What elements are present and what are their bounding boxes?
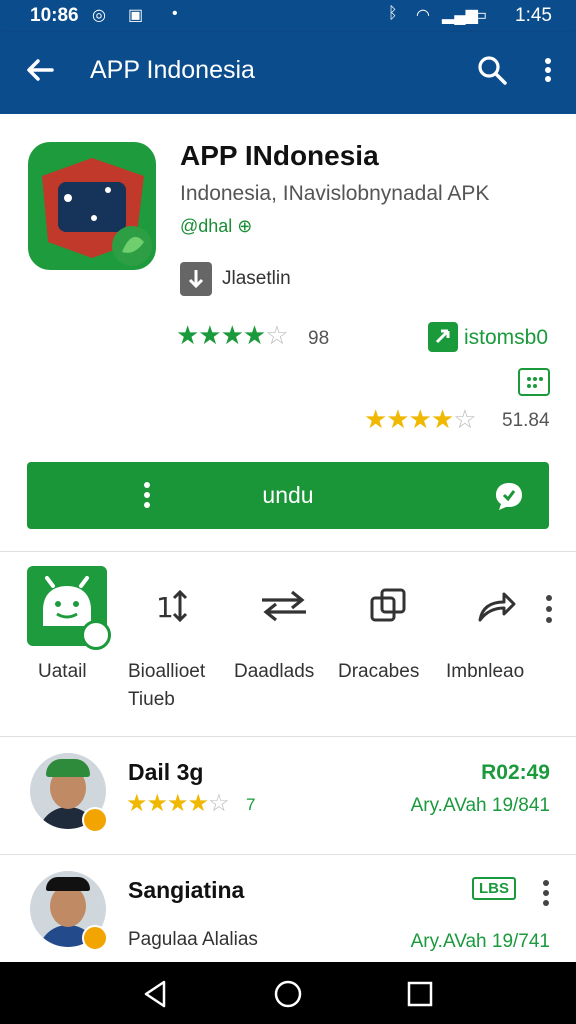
review-stars: ★★★★☆ [126, 790, 230, 817]
status-bar: 10:86 ◎ ▣ • ᛒ ◠ ▂▄▆ ▭ 1:45 [0, 0, 576, 32]
app-subtitle: Indonesia, INavislobnynadal APK [180, 182, 490, 205]
app-bar: APP Indonesia [0, 32, 576, 114]
reviewer-name: Dail 3g [128, 759, 204, 785]
reviewer-name: Sangiatina [128, 877, 245, 903]
rating-stars-secondary: ★★★★☆ [364, 404, 477, 434]
nav-back-icon[interactable] [140, 978, 172, 1010]
review-meta: Ary.AVah 19/841 [410, 795, 550, 816]
rating-score: 51.84 [502, 410, 550, 431]
nav-recents-icon[interactable] [404, 978, 436, 1010]
nav-home-icon[interactable] [272, 978, 304, 1010]
navigation-bar [0, 962, 576, 1024]
status-time-right: 1:45 [515, 5, 552, 26]
action-label-share: Imbnleao [446, 661, 525, 682]
action-label-transfer: Daadlads [234, 661, 315, 682]
verified-badge-icon [82, 807, 108, 833]
wifi-icon: ◠ [416, 7, 430, 24]
share-icon[interactable] [474, 584, 518, 628]
notification-icon: ▣ [128, 7, 144, 24]
status-time: 10:86 [30, 5, 79, 26]
details-button[interactable] [27, 566, 111, 650]
bluetooth-icon: ᛒ [388, 5, 398, 22]
review-tag: LBS [472, 877, 516, 900]
dot-icon: • [172, 5, 178, 22]
copy-icon[interactable] [366, 584, 410, 628]
action-label-copy: Dracabes [338, 661, 420, 682]
dev-label: Jlasetlin [222, 268, 291, 289]
svg-text:1: 1 [156, 591, 174, 624]
verified-badge-icon [81, 620, 111, 650]
download-icon [180, 262, 212, 296]
app-name: APP INdonesia [180, 140, 379, 171]
install-button-label: undu [262, 482, 314, 508]
rating-stars: ★★★★☆ [176, 320, 289, 350]
install-count: istomsb0 [464, 326, 549, 349]
review-item[interactable]: Sangiatina LBS Pagulaa Alalias Ary.AVah … [0, 855, 576, 962]
whatsapp-icon: ◎ [92, 7, 106, 24]
verified-badge-icon [82, 925, 108, 951]
more-vert-icon[interactable] [538, 52, 558, 88]
app-developer[interactable]: @dhal ⊕ [180, 216, 252, 237]
review-meta: Ary.AVah 19/741 [410, 931, 550, 952]
rating-badge-icon [518, 368, 550, 396]
battery-icon: ▭ [472, 7, 488, 24]
install-button[interactable]: undu [27, 462, 549, 529]
search-icon[interactable] [474, 52, 510, 88]
review-stars-value: 7 [246, 795, 256, 814]
transfer-icon[interactable] [258, 584, 310, 628]
page-title: APP Indonesia [90, 56, 255, 84]
compare-icon[interactable]: 1 [152, 584, 196, 628]
action-label-details: Uatail [38, 661, 87, 682]
review-text: Pagulaa Alalias [128, 929, 258, 950]
action-label-compare: Bioallioet Tiueb [128, 661, 206, 710]
app-icon[interactable] [28, 142, 156, 270]
install-badge-icon [428, 322, 458, 352]
app-details: APP INdonesia Indonesia, INavislobnynada… [0, 114, 576, 550]
review-date: R02:49 [481, 761, 550, 784]
actions-row: Uatail 1 Bioallioet Tiueb Daadlads Draca… [0, 552, 576, 736]
more-vert-icon[interactable] [544, 594, 554, 624]
chat-icon[interactable] [493, 480, 525, 512]
rating-count: 98 [308, 328, 330, 349]
back-arrow-icon[interactable] [22, 52, 58, 88]
more-vert-icon[interactable] [542, 879, 550, 907]
review-item[interactable]: Dail 3g R02:49 ★★★★☆ 7 Ary.AVah 19/841 [0, 737, 576, 855]
app-logo-icon [42, 158, 152, 266]
